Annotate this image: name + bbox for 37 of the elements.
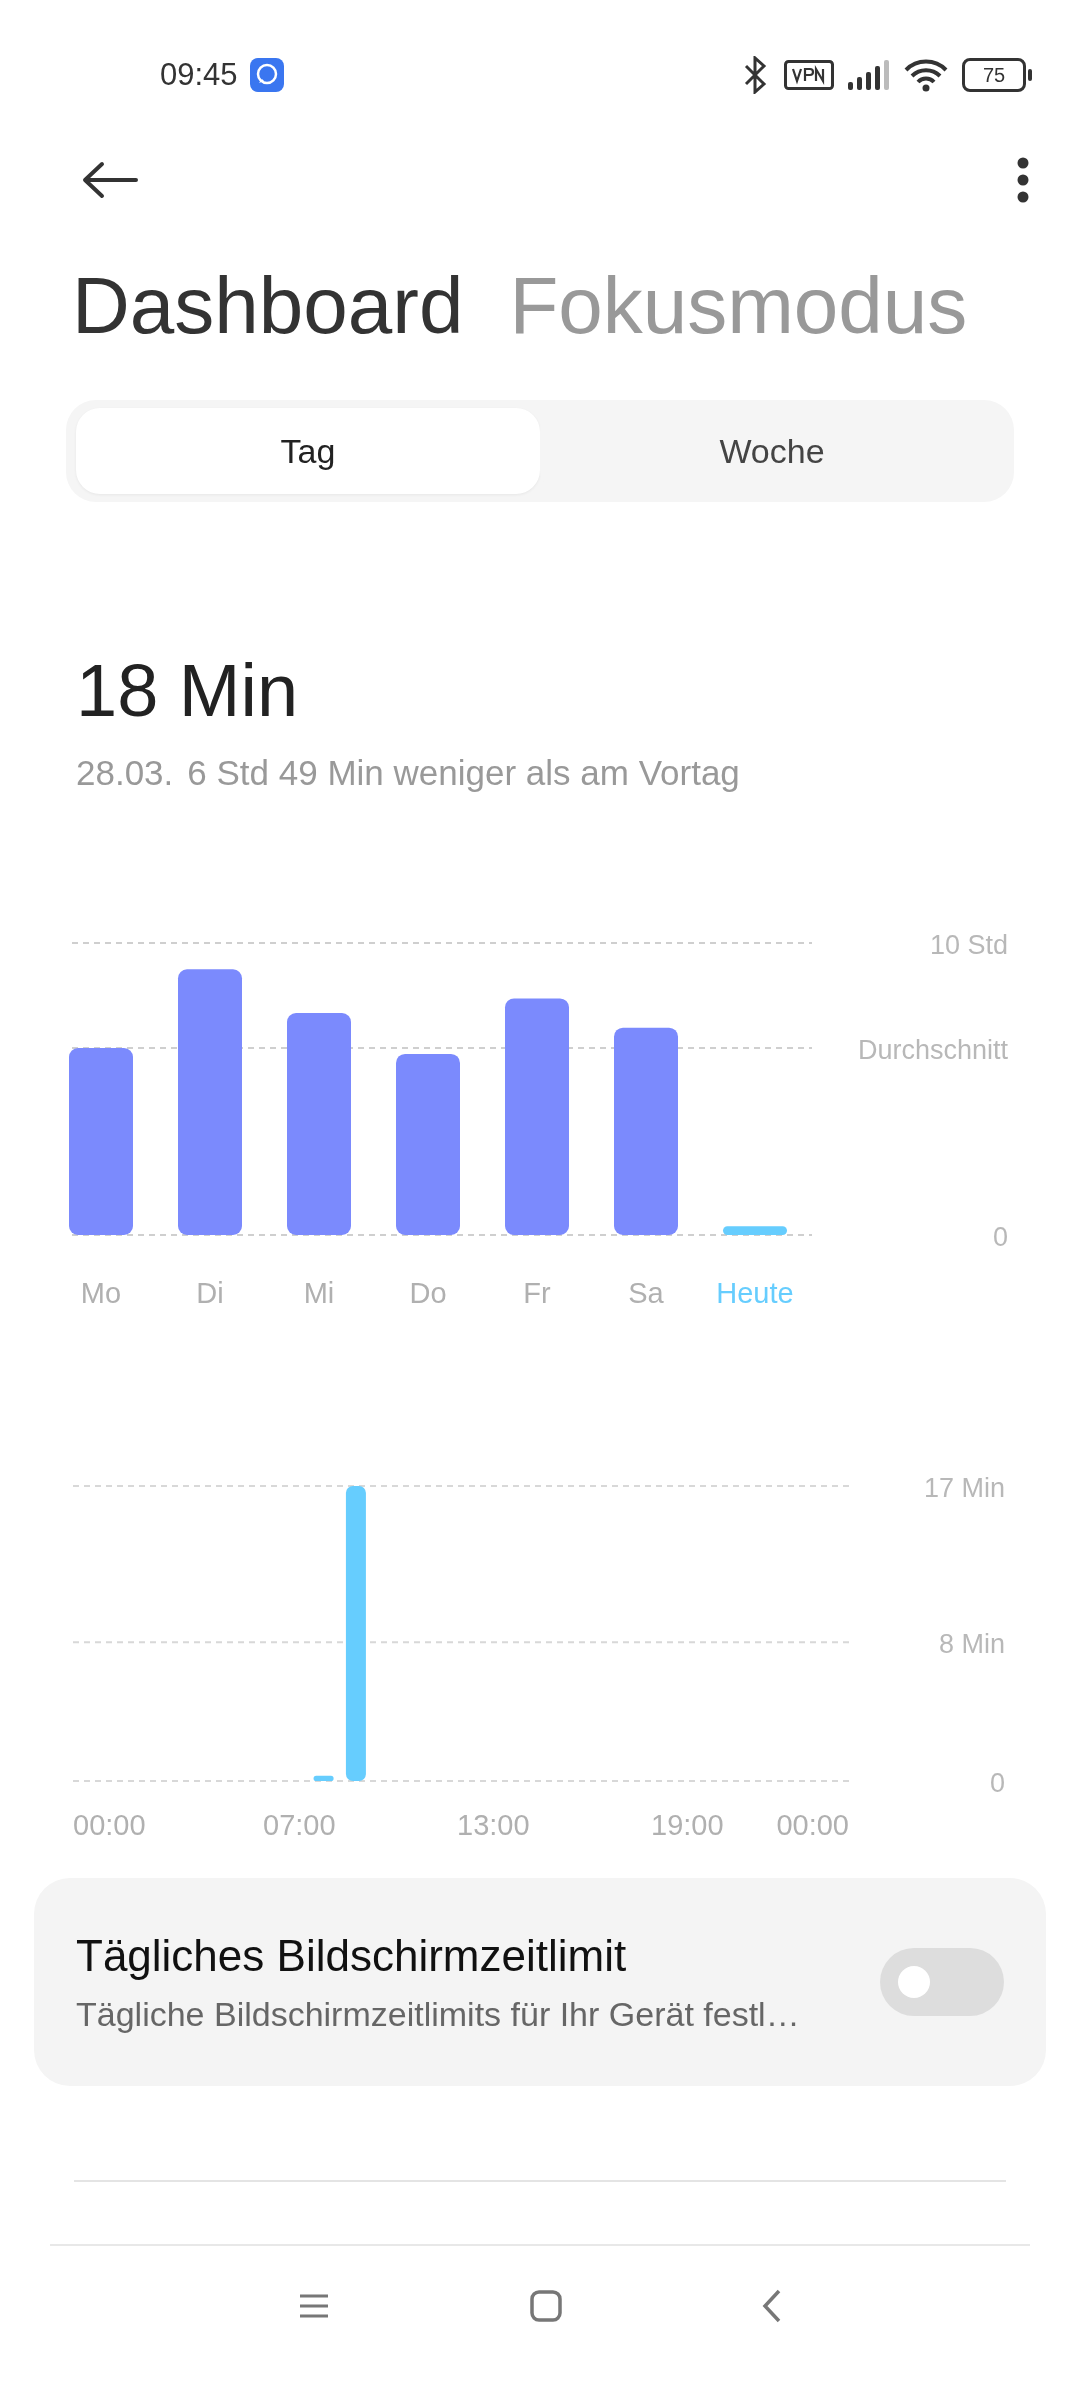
home-icon[interactable] [530, 2290, 562, 2322]
time-label: 00:00 [73, 1809, 146, 1841]
wifi-icon [904, 58, 948, 92]
axis-label: Durchschnitt [857, 1035, 1008, 1066]
comparison-text: 6 Std 49 Min weniger als am Vortag [187, 753, 740, 793]
time-label: 07:00 [263, 1809, 336, 1841]
bar [313, 1775, 334, 1781]
day-label: Mi [303, 1277, 335, 1303]
day-label: Heute [716, 1277, 794, 1303]
limit-card[interactable]: Tägliches Bildschirmzeitlimit Tägliche Bildschirmzeitlimits für Ihr Gerät festl… [34, 1878, 1046, 2086]
chat-app-icon [249, 58, 284, 92]
axis-label: 0 [989, 1768, 1005, 1798]
total-time: 18 Min [75, 648, 300, 733]
segment-tab[interactable]: Tag [76, 408, 540, 494]
signal-icon [848, 60, 890, 90]
day-label: Fr [523, 1277, 551, 1303]
day-label: Mo [80, 1277, 122, 1303]
axis-label: 17 Min [923, 1473, 1005, 1503]
status-time: 09:45 [160, 57, 238, 93]
day-label: Di [196, 1277, 224, 1303]
back-arrow-icon[interactable] [80, 160, 140, 200]
header-tab[interactable]: Dashboard [72, 260, 464, 352]
time-label: 19:00 [651, 1809, 724, 1841]
day-label: Sa [628, 1277, 664, 1303]
menu-icon[interactable] [298, 2293, 330, 2319]
more-options-icon[interactable] [1016, 157, 1030, 203]
card-title: Tägliches Bildschirmzeitlimit [76, 1930, 628, 1981]
back-icon[interactable] [762, 2289, 782, 2323]
axis-label: 8 Min [938, 1629, 1005, 1660]
day-label: Do [409, 1277, 447, 1303]
vpn-icon [784, 60, 834, 90]
card-subtitle: Tägliche Bildschirmzeitlimits für Ihr Gerät festl… [76, 1994, 801, 2034]
axis-label: 0 [992, 1222, 1008, 1252]
date-label: 28.03. [76, 753, 174, 793]
time-label: 13:00 [457, 1809, 530, 1841]
axis-label: 10 Std [929, 930, 1008, 960]
time-label: 00:00 [776, 1809, 849, 1841]
